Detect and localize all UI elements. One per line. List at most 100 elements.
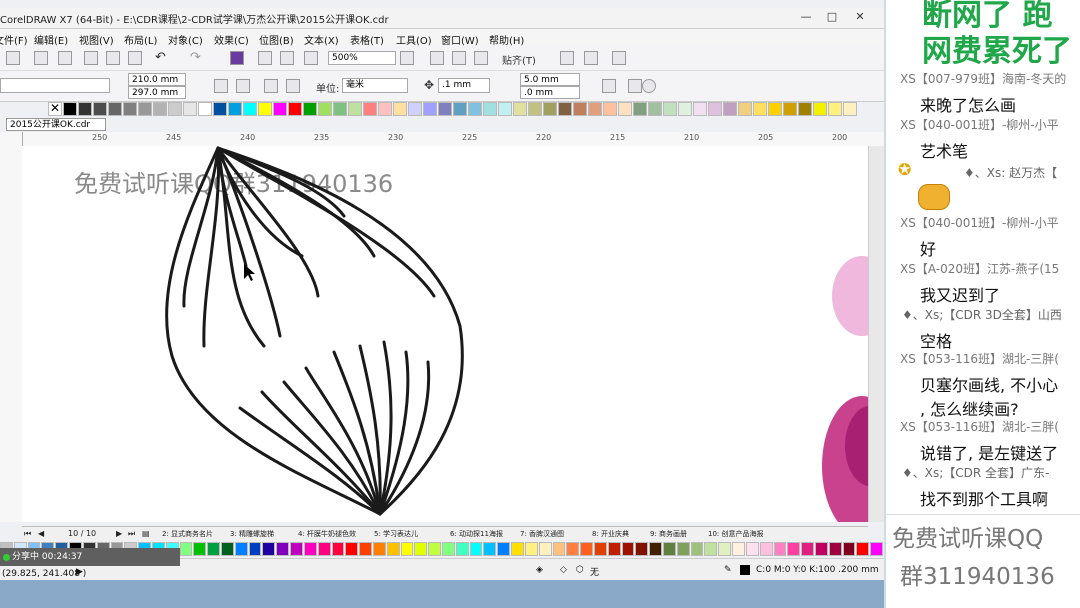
color-swatch[interactable]	[168, 102, 182, 116]
color-swatch[interactable]	[483, 102, 497, 116]
color-swatch[interactable]	[738, 102, 752, 116]
current-page-icon[interactable]	[286, 79, 300, 93]
next-page-icon[interactable]: ▶	[116, 529, 122, 538]
color-swatch[interactable]	[497, 542, 511, 556]
color-swatch[interactable]	[442, 542, 455, 556]
page-width-field[interactable]: 210.0 mm	[128, 73, 186, 86]
menu-layout[interactable]: 布局(L)	[124, 32, 157, 47]
first-page-icon[interactable]: ⏮	[24, 529, 31, 539]
color-swatch[interactable]	[228, 102, 242, 116]
color-swatch[interactable]	[745, 542, 759, 556]
color-swatch[interactable]	[123, 102, 137, 116]
color-swatch[interactable]	[331, 542, 345, 556]
page-size-select[interactable]	[0, 78, 110, 93]
new-icon[interactable]	[6, 51, 20, 65]
color-swatch[interactable]	[842, 542, 856, 556]
color-swatch[interactable]	[693, 102, 707, 116]
color-swatch[interactable]	[303, 542, 317, 556]
full-screen-icon[interactable]	[400, 51, 414, 65]
menu-edit[interactable]: 编辑(E)	[34, 32, 68, 47]
color-swatch[interactable]	[234, 542, 248, 556]
color-swatch[interactable]	[633, 102, 647, 116]
color-swatch[interactable]	[333, 102, 347, 116]
color-swatch[interactable]	[207, 542, 220, 556]
landscape-icon[interactable]	[236, 79, 250, 93]
drawing-canvas[interactable]: 免费试听课QQ群311940136	[22, 146, 868, 522]
save-icon[interactable]	[34, 51, 48, 65]
color-swatch[interactable]	[676, 542, 690, 556]
color-swatch[interactable]	[603, 102, 617, 116]
page-tab[interactable]: 5: 学习表达儿	[374, 529, 418, 539]
color-swatch[interactable]	[193, 542, 207, 556]
color-swatch[interactable]	[723, 102, 737, 116]
page-tab[interactable]: 3: 精雕螺旋梯	[230, 529, 274, 539]
minimize-button[interactable]: —	[796, 10, 816, 26]
color-swatch[interactable]	[290, 542, 303, 556]
color-swatch[interactable]	[753, 102, 767, 116]
corel-connect-icon[interactable]	[230, 51, 244, 65]
nudge-distance-field[interactable]: .1 mm	[438, 78, 490, 93]
bleed-icon[interactable]	[628, 79, 642, 93]
color-swatch[interactable]	[93, 102, 107, 116]
color-swatch[interactable]	[428, 542, 441, 556]
color-swatch[interactable]	[704, 542, 718, 556]
color-swatch[interactable]	[213, 102, 227, 116]
import-icon[interactable]	[258, 51, 272, 65]
color-swatch[interactable]	[183, 102, 197, 116]
color-swatch[interactable]	[372, 542, 386, 556]
play-icon[interactable]: ▶	[76, 567, 83, 577]
color-swatch[interactable]	[538, 542, 552, 556]
color-swatch[interactable]	[524, 542, 538, 556]
cut-icon[interactable]	[84, 51, 98, 65]
color-swatch[interactable]	[318, 102, 332, 116]
menu-bitmaps[interactable]: 位图(B)	[259, 32, 294, 47]
color-swatch[interactable]	[317, 542, 331, 556]
no-color-swatch[interactable]: ✕	[50, 101, 60, 115]
zoom-level-select[interactable]: 500%	[328, 51, 396, 65]
color-swatch[interactable]	[359, 542, 372, 556]
color-swatch[interactable]	[635, 542, 649, 556]
color-palette-top[interactable]	[48, 102, 858, 116]
color-swatch[interactable]	[607, 542, 621, 556]
color-swatch[interactable]	[276, 542, 290, 556]
color-swatch[interactable]	[768, 102, 782, 116]
color-swatch[interactable]	[303, 102, 317, 116]
color-swatch[interactable]	[408, 102, 422, 116]
export-icon[interactable]	[280, 51, 294, 65]
color-swatch[interactable]	[138, 102, 152, 116]
color-swatch[interactable]	[528, 102, 542, 116]
color-swatch[interactable]	[856, 542, 870, 556]
menu-help[interactable]: 帮助(H)	[489, 32, 524, 47]
menu-object[interactable]: 对象(C)	[168, 32, 203, 47]
undo-icon[interactable]: ↶	[155, 50, 166, 65]
color-swatch[interactable]	[108, 102, 122, 116]
color-swatch[interactable]	[708, 102, 722, 116]
page-tab[interactable]: 7: 香脾汉通图	[520, 529, 564, 539]
color-swatch[interactable]	[483, 542, 497, 556]
color-swatch[interactable]	[814, 542, 828, 556]
color-swatch[interactable]	[801, 542, 814, 556]
last-page-icon[interactable]: ⏭	[128, 529, 135, 539]
page-tab[interactable]: 8: 开业庆典	[592, 529, 629, 539]
color-swatch[interactable]	[511, 542, 524, 556]
color-swatch[interactable]	[513, 102, 527, 116]
color-swatch[interactable]	[678, 102, 692, 116]
color-swatch[interactable]	[153, 102, 167, 116]
vertical-ruler[interactable]	[0, 132, 23, 522]
page-tab[interactable]: 2: 显式商务名片	[162, 529, 213, 539]
duplicate-x-field[interactable]: 5.0 mm	[520, 73, 580, 86]
color-swatch[interactable]	[273, 102, 287, 116]
redo-icon[interactable]: ↷	[190, 50, 201, 65]
color-swatch[interactable]	[543, 102, 557, 116]
color-swatch[interactable]	[718, 542, 732, 556]
color-swatch[interactable]	[262, 542, 276, 556]
prev-page-icon[interactable]: ◀	[38, 529, 44, 538]
menu-window[interactable]: 窗口(W)	[441, 32, 479, 47]
menu-text[interactable]: 文本(X)	[304, 32, 339, 47]
color-swatch[interactable]	[580, 542, 593, 556]
color-swatch[interactable]	[558, 102, 572, 116]
color-swatch[interactable]	[386, 542, 400, 556]
color-swatch[interactable]	[248, 542, 262, 556]
color-swatch[interactable]	[498, 102, 512, 116]
publish-pdf-icon[interactable]	[304, 51, 318, 65]
